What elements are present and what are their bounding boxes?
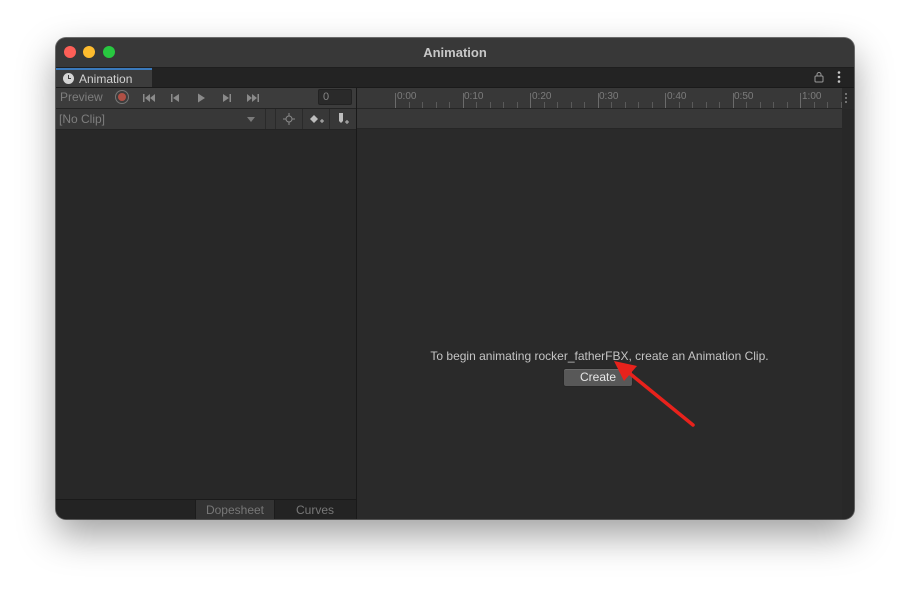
clip-dropdown[interactable]: [No Clip] — [56, 109, 266, 129]
tab-curves[interactable]: Curves — [275, 500, 355, 519]
minor-tick — [611, 102, 612, 108]
tick-label: 0:30 — [599, 91, 619, 102]
minor-tick — [489, 102, 491, 108]
timeline-panel: 0:00 0:10 0:20 0:30 0:40 0:50 1:00 To be… — [357, 88, 854, 519]
empty-state-message: To begin animating rocker_fatherFBX, cre… — [430, 349, 769, 363]
title-bar: Animation — [56, 38, 854, 68]
filter-selection-button[interactable] — [275, 109, 302, 129]
minor-tick — [624, 102, 626, 108]
minor-tick — [638, 102, 639, 108]
minor-tick — [449, 102, 450, 108]
tick-label: 0:20 — [532, 91, 552, 102]
tab-animation[interactable]: Animation — [56, 68, 152, 87]
major-tick — [800, 93, 801, 108]
tick-label: 0:40 — [667, 91, 687, 102]
crosshair-icon — [283, 113, 295, 125]
last-key-icon[interactable] — [245, 91, 261, 105]
minor-tick — [678, 102, 680, 108]
lock-icon[interactable] — [813, 71, 825, 83]
timeline-scrollbar[interactable] — [842, 109, 854, 519]
minor-tick — [557, 102, 558, 108]
minor-tick — [813, 102, 815, 108]
clip-toolbar: [No Clip] — [56, 109, 356, 130]
add-event-icon — [339, 113, 349, 124]
minor-tick — [584, 102, 585, 108]
minor-tick — [759, 102, 761, 108]
record-button[interactable] — [115, 90, 129, 104]
minor-tick — [746, 102, 747, 108]
minor-tick — [422, 102, 423, 108]
frame-input[interactable]: 0 — [318, 89, 352, 105]
minor-tick — [827, 102, 828, 108]
minor-tick — [570, 102, 572, 108]
hierarchy-panel: Preview 0 [No Clip] Dopesheet Curves — [56, 88, 357, 519]
add-event-button[interactable] — [329, 109, 356, 129]
minor-tick — [435, 102, 437, 108]
next-key-icon[interactable] — [219, 91, 235, 105]
tab-bar: Animation — [56, 68, 854, 88]
minor-tick — [692, 102, 693, 108]
tab-label: Animation — [79, 72, 133, 86]
major-tick — [530, 93, 531, 108]
tick-label: 0:00 — [397, 91, 417, 102]
more-options-icon[interactable] — [836, 70, 842, 84]
add-keyframe-button[interactable] — [302, 109, 329, 129]
minor-tick — [543, 102, 545, 108]
timeline-options-icon[interactable] — [844, 92, 848, 104]
clock-icon — [63, 73, 74, 84]
playback-toolbar: Preview 0 — [56, 88, 356, 109]
tab-dopesheet[interactable]: Dopesheet — [195, 500, 275, 519]
time-ruler[interactable]: 0:00 0:10 0:20 0:30 0:40 0:50 1:00 — [357, 88, 842, 109]
animation-window: Animation Animation Preview 0 [No Clip] … — [56, 38, 854, 519]
window-title: Animation — [423, 45, 487, 60]
view-mode-tabs: Dopesheet Curves — [56, 499, 356, 519]
tick-label: 0:10 — [464, 91, 484, 102]
minor-tick — [840, 102, 842, 108]
minor-tick — [503, 102, 504, 108]
minor-tick — [476, 102, 477, 108]
add-keyframe-icon — [310, 115, 324, 123]
minor-tick — [408, 102, 410, 108]
tick-label: 0:50 — [734, 91, 754, 102]
first-key-icon[interactable] — [141, 91, 157, 105]
tick-label: 1:00 — [802, 91, 822, 102]
event-track[interactable] — [357, 109, 842, 129]
minor-tick — [773, 102, 774, 108]
major-tick — [395, 93, 396, 108]
minor-tick — [786, 102, 788, 108]
minor-tick — [516, 102, 518, 108]
previous-key-icon[interactable] — [167, 91, 183, 105]
chevron-down-icon — [247, 117, 255, 122]
major-tick — [665, 93, 666, 108]
clip-dropdown-label: [No Clip] — [59, 112, 106, 126]
preview-toggle[interactable]: Preview — [60, 90, 103, 104]
create-clip-button[interactable]: Create — [563, 368, 633, 387]
minor-tick — [705, 102, 707, 108]
minor-tick — [651, 102, 653, 108]
play-icon[interactable] — [193, 91, 209, 105]
minor-tick — [719, 102, 720, 108]
